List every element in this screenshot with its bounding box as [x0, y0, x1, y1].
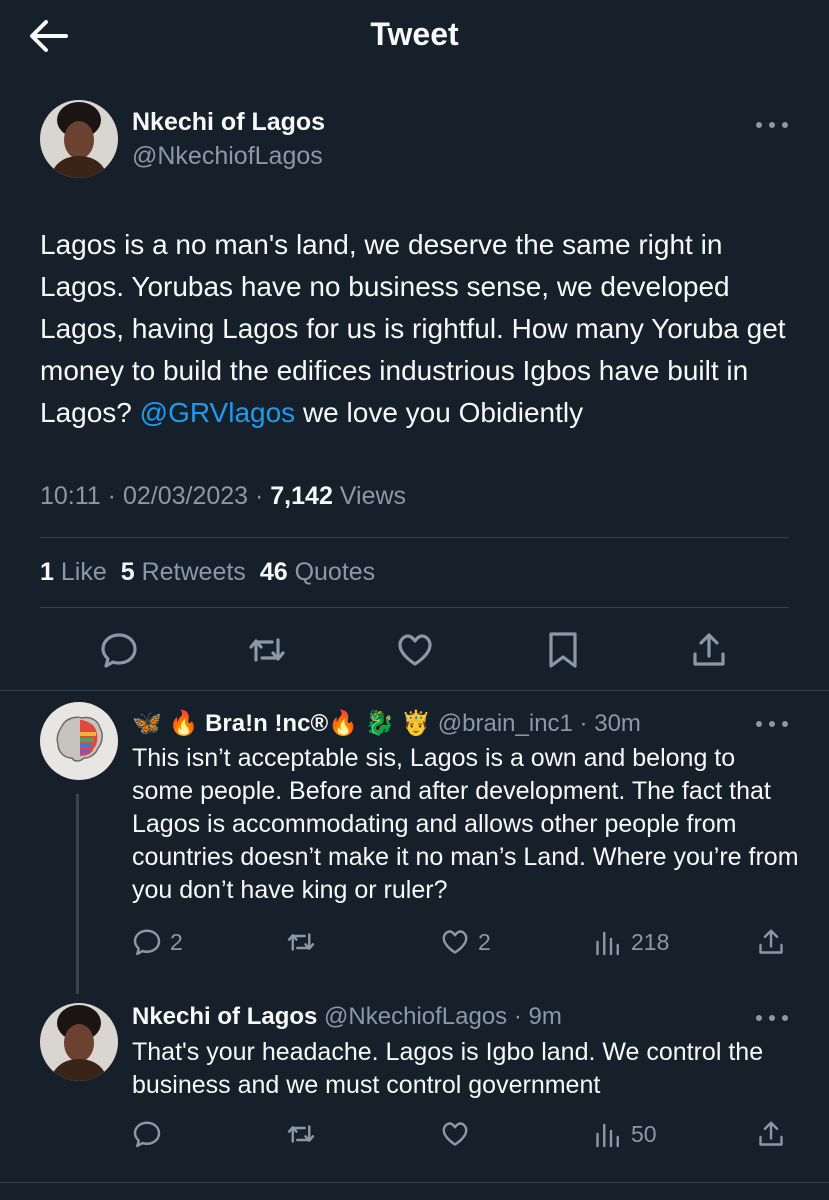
reply-reply-button[interactable] [132, 1118, 170, 1150]
views-label: Views [339, 482, 407, 510]
reply-icon[interactable] [99, 630, 139, 670]
reply-header: 🦋 🔥 Bra!n !nc®🔥 🐉 🤴 @brain_inc1 · 30m [132, 709, 641, 738]
tweet-text: Lagos is a no man's land, we deserve the… [40, 224, 800, 434]
quotes-stat[interactable]: 46 Quotes [260, 558, 375, 586]
reply-time[interactable]: 30m [594, 710, 641, 737]
reply-time-separator: · [507, 1003, 529, 1030]
reply-author-name[interactable]: Nkechi of Lagos [132, 1003, 317, 1030]
reply-like-button[interactable] [440, 1118, 478, 1150]
more-icon[interactable] [752, 1008, 792, 1028]
reply-author-avatar[interactable] [40, 702, 118, 780]
divider [0, 1182, 829, 1183]
reply-author-handle[interactable]: @NkechiofLagos [324, 1003, 507, 1030]
like-icon[interactable] [395, 630, 435, 670]
tweet-meta: 10:11 · 02/03/2023 · 7,142 Views [40, 482, 407, 510]
reply-header: Nkechi of Lagos @NkechiofLagos · 9m [132, 1003, 562, 1031]
like-icon [442, 930, 468, 954]
reply-icon [133, 929, 161, 956]
mention-link[interactable]: @GRVlagos [140, 397, 296, 428]
reply-time[interactable]: 9m [529, 1003, 562, 1030]
reply-share-button[interactable] [756, 1118, 794, 1150]
share-icon[interactable] [689, 630, 729, 670]
reply-views-button[interactable]: 50 [593, 1118, 657, 1150]
divider [40, 607, 789, 608]
tweet-date[interactable]: 02/03/2023 [123, 482, 248, 510]
reply-retweet-button[interactable] [286, 1118, 324, 1150]
reply-icon [133, 1121, 161, 1148]
top-bar: Tweet [0, 0, 829, 72]
reply-text: This isn’t acceptable sis, Lagos is a ow… [132, 744, 799, 904]
like-count: 2 [478, 928, 491, 955]
main-author-handle[interactable]: @NkechiofLagos [132, 142, 323, 171]
main-author-avatar[interactable] [40, 100, 118, 178]
reply-author-avatar[interactable] [40, 1003, 118, 1081]
share-icon [759, 1121, 783, 1146]
divider [40, 537, 789, 538]
reply-author-handle[interactable]: @brain_inc1 [438, 710, 573, 737]
views-count: 50 [631, 1120, 657, 1147]
views-count: 218 [631, 928, 670, 955]
main-author-name[interactable]: Nkechi of Lagos [132, 108, 325, 137]
thread-line [76, 794, 79, 994]
retweet-icon [287, 1125, 315, 1143]
share-icon [759, 929, 783, 954]
reply-reply-button[interactable]: 2 [132, 926, 183, 958]
reply-like-button[interactable]: 2 [440, 926, 491, 958]
views-icon [596, 931, 619, 956]
views-count: 7,142 [270, 482, 333, 510]
likes-stat[interactable]: 1 Like [40, 558, 107, 586]
views-icon [596, 1123, 619, 1148]
reply-retweet-button[interactable] [286, 926, 324, 958]
like-icon [442, 1122, 468, 1146]
tweet-time[interactable]: 10:11 [40, 482, 101, 510]
retweet-icon [287, 933, 315, 951]
reply-author-name[interactable]: 🦋 🔥 Bra!n !nc®🔥 🐉 🤴 [132, 710, 431, 737]
reply-count: 2 [170, 928, 183, 955]
more-icon[interactable] [752, 115, 792, 135]
tweet-text-tail: we love you Obidiently [295, 397, 584, 428]
retweet-icon[interactable] [247, 630, 287, 670]
bookmark-icon[interactable] [543, 630, 583, 670]
divider [0, 690, 829, 691]
reply-views-button[interactable]: 218 [593, 926, 669, 958]
more-icon[interactable] [752, 714, 792, 734]
reply-share-button[interactable] [756, 926, 794, 958]
engagement-stats: 1 Like 5 Retweets 46 Quotes [40, 558, 375, 587]
page-title: Tweet [370, 16, 459, 52]
reply-text: That's your headache. Lagos is Igbo land… [132, 1038, 764, 1099]
reply-time-separator: · [572, 710, 595, 737]
retweets-stat[interactable]: 5 Retweets [121, 558, 246, 586]
